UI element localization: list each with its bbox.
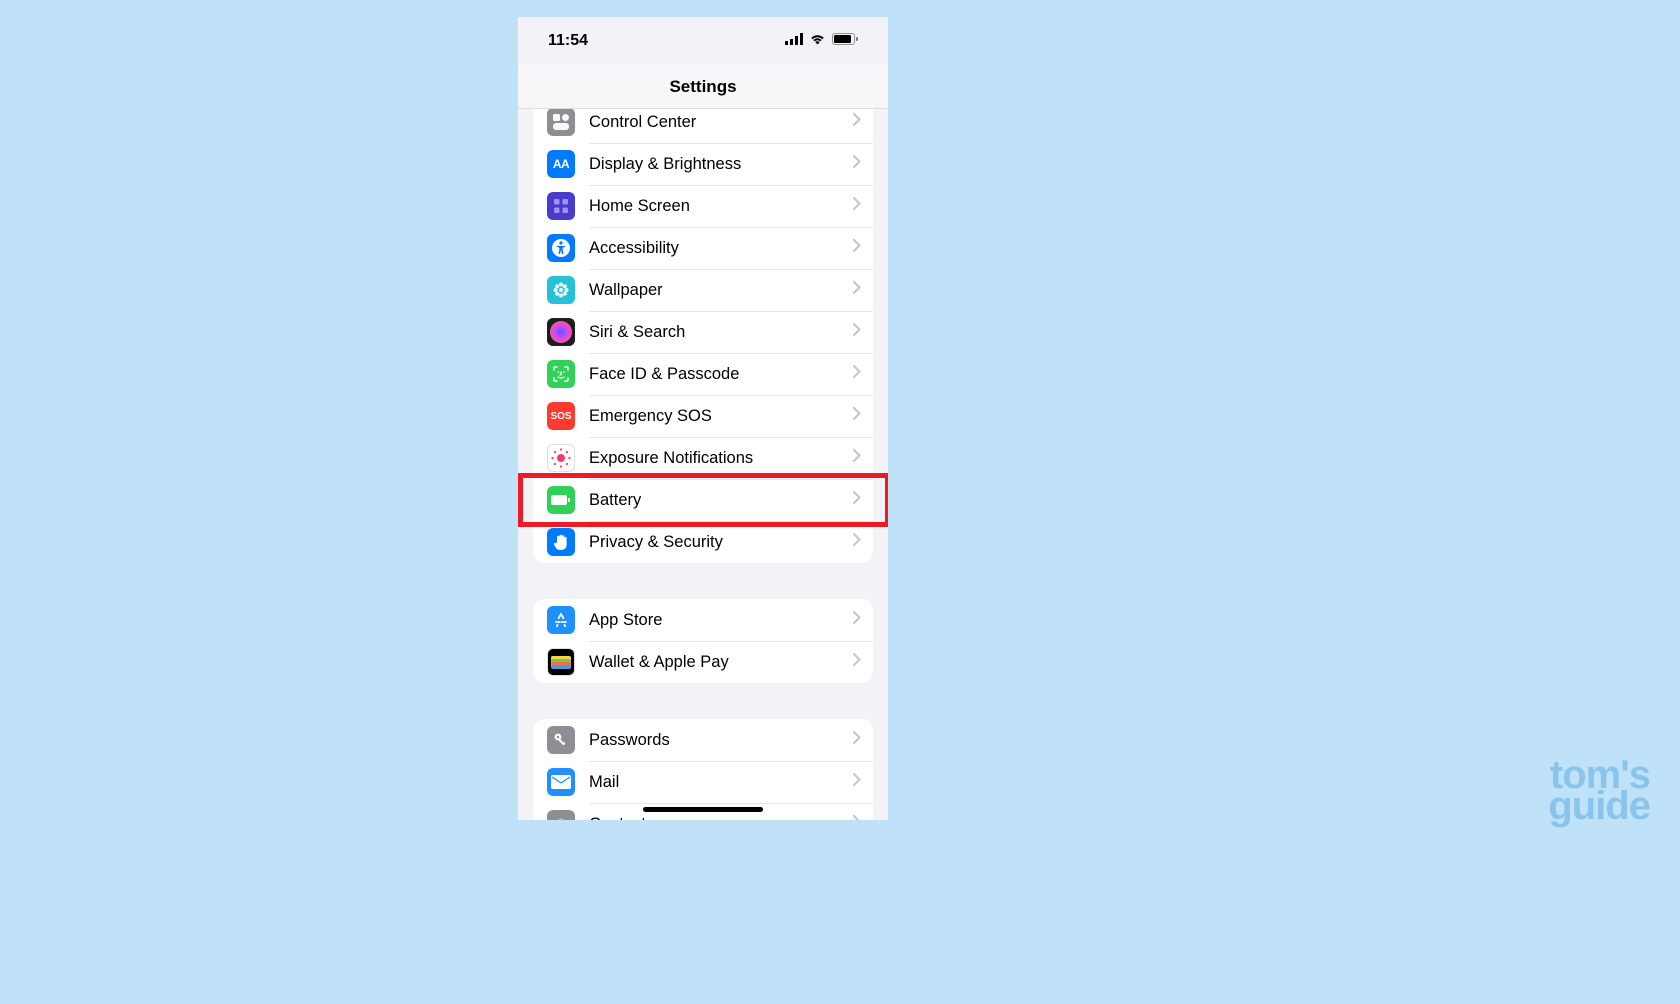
chevron-right-icon [853, 407, 861, 425]
chevron-right-icon [853, 611, 861, 629]
chevron-right-icon [853, 773, 861, 791]
settings-list[interactable]: Control Center AA Display & Brightness Home… [518, 109, 888, 820]
chevron-right-icon [853, 113, 861, 131]
chevron-right-icon [853, 365, 861, 383]
settings-row-label: Mail [589, 773, 853, 792]
wallet-apple-pay-icon [547, 648, 575, 676]
mail-icon [547, 768, 575, 796]
home-indicator[interactable] [643, 807, 763, 812]
settings-row-mail[interactable]: Mail [533, 761, 873, 803]
emergency-sos-icon: SOS [547, 402, 575, 430]
settings-row-privacy-security[interactable]: Privacy & Security [533, 521, 873, 563]
settings-row-label: Home Screen [589, 197, 853, 216]
settings-row-exposure-notifications[interactable]: Exposure Notifications [533, 437, 873, 479]
siri-search-icon [547, 318, 575, 346]
contacts-icon [547, 810, 575, 820]
control-center-icon [547, 109, 575, 136]
chevron-right-icon [853, 653, 861, 671]
settings-row-label: Emergency SOS [589, 407, 853, 426]
chevron-right-icon [853, 197, 861, 215]
battery-icon [547, 486, 575, 514]
settings-row-label: Wallet & Apple Pay [589, 653, 853, 672]
settings-row-emergency-sos[interactable]: SOS Emergency SOS [533, 395, 873, 437]
settings-row-app-store[interactable]: App Store [533, 599, 873, 641]
settings-row-faceid-passcode[interactable]: Face ID & Passcode [533, 353, 873, 395]
app-store-icon [547, 606, 575, 634]
passwords-icon [547, 726, 575, 754]
page-title: Settings [669, 77, 736, 97]
exposure-notifications-icon [547, 444, 575, 472]
watermark-logo: tom's guide [1548, 760, 1650, 822]
settings-row-control-center[interactable]: Control Center [533, 109, 873, 143]
watermark-line2: guide [1548, 791, 1650, 822]
settings-group: Passwords Mail Contacts [533, 719, 873, 820]
settings-row-label: Passwords [589, 731, 853, 750]
page-canvas: 11:54 Settings Control Center AA Display &… [0, 0, 1680, 840]
settings-row-label: Control Center [589, 113, 853, 132]
iphone-frame: 11:54 Settings Control Center AA Display &… [518, 17, 888, 820]
settings-row-wallpaper[interactable]: Wallpaper [533, 269, 873, 311]
settings-row-display-brightness[interactable]: AA Display & Brightness [533, 143, 873, 185]
chevron-right-icon [853, 155, 861, 173]
chevron-right-icon [853, 731, 861, 749]
chevron-right-icon [853, 239, 861, 257]
settings-row-label: Accessibility [589, 239, 853, 258]
chevron-right-icon [853, 533, 861, 551]
settings-row-label: Battery [589, 491, 853, 510]
chevron-right-icon [853, 281, 861, 299]
accessibility-icon [547, 234, 575, 262]
settings-row-siri-search[interactable]: Siri & Search [533, 311, 873, 353]
settings-row-label: App Store [589, 611, 853, 630]
faceid-passcode-icon [547, 360, 575, 388]
settings-row-label: Exposure Notifications [589, 449, 853, 468]
settings-row-wallet-apple-pay[interactable]: Wallet & Apple Pay [533, 641, 873, 683]
privacy-security-icon [547, 528, 575, 556]
settings-row-label: Siri & Search [589, 323, 853, 342]
home-screen-icon [547, 192, 575, 220]
settings-row-label: Contacts [589, 815, 853, 821]
settings-row-battery[interactable]: Battery [533, 479, 873, 521]
cellular-signal-icon [785, 32, 803, 50]
settings-row-accessibility[interactable]: Accessibility [533, 227, 873, 269]
settings-row-label: Face ID & Passcode [589, 365, 853, 384]
settings-row-label: Wallpaper [589, 281, 853, 300]
settings-group: App Store Wallet & Apple Pay [533, 599, 873, 683]
battery-status-icon [832, 32, 858, 50]
status-bar: 11:54 [518, 17, 888, 65]
settings-row-passwords[interactable]: Passwords [533, 719, 873, 761]
settings-group: Control Center AA Display & Brightness Home… [533, 109, 873, 563]
settings-row-home-screen[interactable]: Home Screen [533, 185, 873, 227]
wallpaper-icon [547, 276, 575, 304]
nav-header: Settings [518, 65, 888, 109]
status-icons [785, 32, 858, 50]
settings-row-label: Privacy & Security [589, 533, 853, 552]
chevron-right-icon [853, 815, 861, 820]
wifi-icon [809, 32, 826, 50]
chevron-right-icon [853, 491, 861, 509]
chevron-right-icon [853, 449, 861, 467]
status-time: 11:54 [548, 32, 588, 50]
display-brightness-icon: AA [547, 150, 575, 178]
settings-row-label: Display & Brightness [589, 155, 853, 174]
chevron-right-icon [853, 323, 861, 341]
